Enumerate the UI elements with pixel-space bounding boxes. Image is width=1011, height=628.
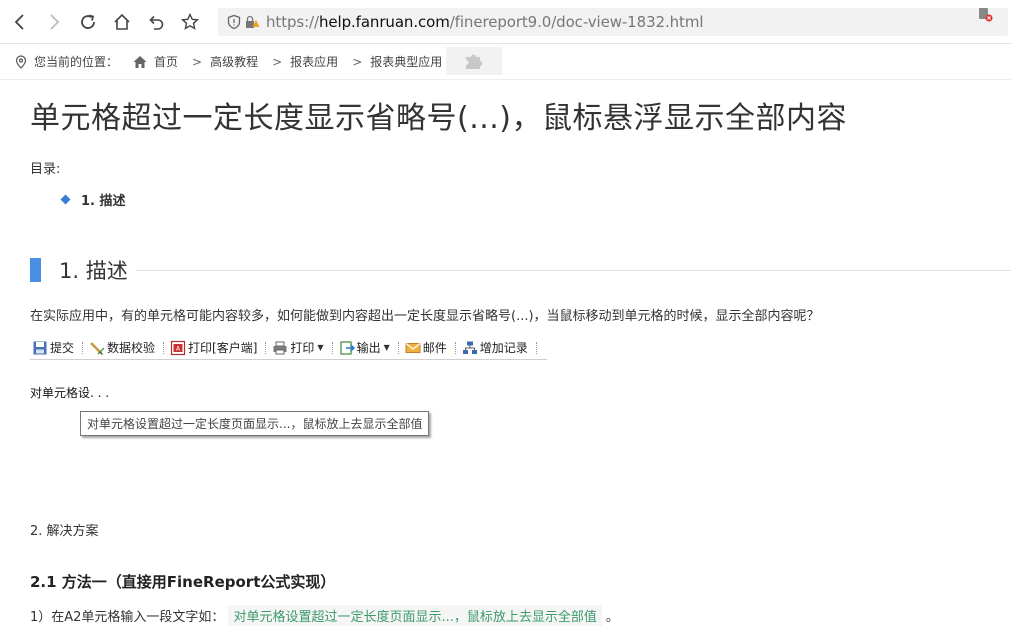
undo-icon (149, 15, 164, 30)
address-bar[interactable]: https://help.fanruan.com/finereport9.0/d… (218, 8, 1008, 36)
solution-heading: 2. 解决方案 (30, 524, 99, 539)
toolbar-divider (397, 341, 399, 354)
star-icon (180, 12, 200, 30)
toc-item-description[interactable]: 1. 描述 (60, 190, 126, 209)
breadcrumb-separator: > (192, 54, 203, 69)
toolbar-divider (82, 341, 84, 354)
envelope-icon (405, 342, 421, 353)
toc-item-label: 1. 描述 (81, 194, 126, 209)
warning-lock-icon (246, 15, 260, 28)
breadcrumb-item-advanced[interactable]: 高级教程 (210, 53, 258, 70)
submit-button[interactable]: 提交 (30, 339, 78, 356)
toolbar-divider (454, 341, 456, 354)
home-icon (133, 55, 147, 68)
undo-button[interactable] (142, 8, 170, 36)
url-text: https://help.fanruan.com/finereport9.0/d… (266, 13, 704, 31)
breadcrumb-home[interactable]: 首页 (132, 53, 178, 70)
pencil-check-icon (90, 341, 105, 355)
add-record-label: 增加记录 (479, 341, 528, 355)
breadcrumb-separator: > (272, 54, 283, 69)
breadcrumb: 您当前的位置： 首页 > 高级教程 > 报表应用 > 报表典型应用 (0, 44, 1011, 80)
email-label: 邮件 (422, 341, 447, 355)
caret-down-icon: ▼ (383, 343, 390, 352)
url-host: help.fanruan.com (318, 13, 450, 31)
print-client-label: 打印[客户端] (188, 341, 258, 355)
print-label: 打印 (290, 341, 315, 355)
pdf-print-icon: A (170, 340, 186, 355)
shield-icon (227, 14, 241, 30)
breadcrumb-label: 您当前的位置： (34, 55, 119, 69)
breadcrumb-item-report-app[interactable]: 报表应用 (290, 53, 338, 70)
report-toolbar: 提交 数据校验 A 打印[客户端] 打印 ▼ 输出 ▼ 邮件 增加记录 (30, 336, 547, 360)
section-title: 1. 描述 (59, 259, 128, 283)
toolbar-divider (265, 341, 267, 354)
save-icon (33, 341, 47, 354)
url-path: /finereport9.0/doc-view-1832.html (449, 13, 704, 31)
chevron-left-icon (14, 13, 24, 30)
printer-icon (273, 341, 287, 354)
extension-blocked-icon[interactable] (977, 6, 993, 22)
section-heading-description: 1. 描述 (30, 256, 1011, 284)
print-client-button[interactable]: A 打印[客户端] (168, 339, 261, 356)
bookmark-button[interactable] (176, 8, 204, 36)
section-divider (135, 269, 1011, 271)
breadcrumb-item-typical[interactable]: 报表典型应用 (370, 53, 442, 70)
home-button[interactable] (108, 8, 136, 36)
submit-label: 提交 (50, 341, 75, 355)
add-record-button[interactable]: 增加记录 (460, 339, 532, 356)
forward-button[interactable] (40, 8, 68, 36)
diamond-bullet-icon (60, 194, 71, 205)
section-accent-bar (30, 258, 41, 282)
print-button[interactable]: 打印 ▼ (270, 339, 327, 356)
email-button[interactable]: 邮件 (403, 339, 451, 356)
toolbar-divider (163, 341, 165, 354)
browser-toolbar: https://help.fanruan.com/finereport9.0/d… (0, 0, 1011, 44)
step-one-text: 1）在A2单元格输入一段文字如： (30, 610, 225, 625)
cell-tooltip: 对单元格设置超过一定长度页面显示...，鼠标放上去显示全部值 (80, 411, 430, 436)
validate-button[interactable]: 数据校验 (87, 339, 159, 356)
add-record-icon (462, 341, 477, 354)
home-icon (114, 13, 130, 30)
toc-label: 目录: (30, 162, 61, 177)
puzzle-icon (466, 54, 483, 69)
back-button[interactable] (6, 8, 34, 36)
description-paragraph: 在实际应用中，有的单元格可能内容较多，如何能做到内容超出一定长度显示省略号(..… (30, 309, 820, 324)
chevron-right-icon (50, 13, 60, 30)
url-scheme: https:// (266, 13, 319, 31)
truncated-cell[interactable]: 对单元格设. . . (30, 384, 109, 401)
page-title: 单元格超过一定长度显示省略号(...)，鼠标悬浮显示全部内容 (30, 101, 848, 136)
validate-label: 数据校验 (107, 341, 156, 355)
reload-icon (81, 14, 95, 29)
step-one-suffix: 。 (605, 610, 619, 625)
export-button[interactable]: 输出 ▼ (337, 339, 394, 356)
method-one-heading: 2.1 方法一（直接用FineReport公式实现） (30, 573, 336, 591)
step-one: 1）在A2单元格输入一段文字如： 对单元格设置超过一定长度页面显示...，鼠标放… (30, 605, 619, 626)
breadcrumb-separator: > (352, 54, 363, 69)
reload-button[interactable] (74, 8, 102, 36)
toolbar-divider (331, 341, 333, 354)
breadcrumb-home-label: 首页 (154, 55, 179, 69)
step-one-code: 对单元格设置超过一定长度页面显示...，鼠标放上去显示全部值 (228, 605, 602, 626)
plugin-placeholder (446, 47, 502, 75)
location-pin-icon (15, 54, 27, 69)
caret-down-icon: ▼ (317, 343, 324, 352)
export-icon (339, 340, 355, 355)
export-label: 输出 (356, 341, 381, 355)
toolbar-divider (535, 341, 537, 354)
